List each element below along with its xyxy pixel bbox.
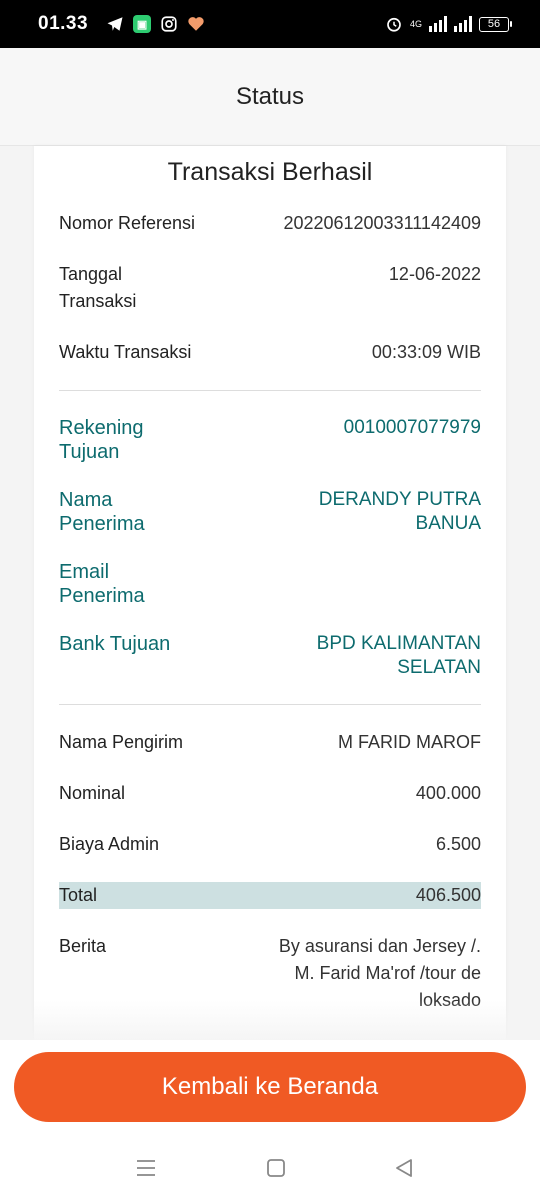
battery-icon: 56 xyxy=(479,16,512,32)
recipient-name-label: Nama Penerima xyxy=(59,489,145,535)
page-header: Status xyxy=(0,48,540,146)
alarm-icon xyxy=(387,17,401,32)
sender-name-label: Nama Pengirim xyxy=(59,732,184,752)
destination-bank-label: Bank Tujuan xyxy=(59,633,171,655)
signal-icon-2 xyxy=(454,16,472,32)
recipient-email-row: Email Penerima xyxy=(59,560,481,608)
chat-app-icon: ▣ xyxy=(133,15,152,33)
bottom-bar: Kembali ke Beranda xyxy=(0,1040,540,1200)
admin-fee-value: 6.500 xyxy=(435,834,481,854)
health-heart-icon xyxy=(188,17,204,31)
home-square-icon[interactable] xyxy=(264,1156,288,1180)
instagram-icon xyxy=(161,16,177,32)
destination-bank-value: BPD KALIMANTAN SELATAN xyxy=(316,633,481,678)
time-row: Waktu Transaksi 00:33:09 WIB xyxy=(59,339,481,366)
time-value: 00:33:09 WIB xyxy=(371,342,481,362)
total-row: Total 406.500 xyxy=(59,882,481,909)
reference-label: Nomor Referensi xyxy=(59,213,196,233)
receipt-card: Transaksi Berhasil Nomor Referensi 20220… xyxy=(34,146,506,1040)
destination-account-row: Rekening Tujuan 0010007077979 xyxy=(59,416,481,464)
divider xyxy=(59,390,481,391)
nominal-label: Nominal xyxy=(59,783,126,803)
network-type: 4G xyxy=(409,18,422,29)
recipient-name-value: DERANDY PUTRA BANUA xyxy=(318,489,481,534)
admin-fee-label: Biaya Admin xyxy=(59,834,160,854)
menu-icon[interactable] xyxy=(134,1156,158,1180)
admin-fee-row: Biaya Admin 6.500 xyxy=(59,831,481,858)
sender-name-value: M FARID MAROF xyxy=(338,732,481,752)
date-row: Tanggal Transaksi 12-06-2022 xyxy=(59,261,481,315)
system-nav-bar xyxy=(0,1148,540,1188)
receipt-title: Transaksi Berhasil xyxy=(167,158,373,186)
signal-icon xyxy=(429,16,447,32)
back-to-home-button[interactable]: Kembali ke Beranda xyxy=(14,1052,526,1122)
status-bar: 01.33 ▣ 4G 56 xyxy=(0,0,540,48)
status-time: 01.33 xyxy=(38,13,89,34)
page-title: Status xyxy=(235,82,305,110)
total-value: 406.500 xyxy=(415,885,481,905)
total-label: Total xyxy=(59,885,98,905)
nominal-row: Nominal 400.000 xyxy=(59,780,481,807)
battery-level: 56 xyxy=(479,16,509,32)
destination-bank-row: Bank Tujuan BPD KALIMANTAN SELATAN xyxy=(59,632,481,680)
sender-name-row: Nama Pengirim M FARID MAROF xyxy=(59,729,481,756)
telegram-icon xyxy=(107,17,123,31)
back-triangle-icon[interactable] xyxy=(392,1156,416,1180)
reference-row: Nomor Referensi 20220612003311142409 xyxy=(59,210,481,237)
recipient-name-row: Nama Penerima DERANDY PUTRA BANUA xyxy=(59,488,481,536)
nominal-value: 400.000 xyxy=(415,783,481,803)
destination-account-label: Rekening Tujuan xyxy=(59,417,144,463)
time-label: Waktu Transaksi xyxy=(59,342,192,362)
notification-icons: ▣ xyxy=(106,15,205,33)
destination-account-value: 0010007077979 xyxy=(343,417,481,438)
divider xyxy=(59,704,481,705)
scroll-fade xyxy=(0,1000,540,1040)
reference-value: 20220612003311142409 xyxy=(283,213,481,233)
date-value: 12-06-2022 xyxy=(388,264,481,284)
date-label: Tanggal Transaksi xyxy=(59,264,137,311)
recipient-email-label: Email Penerima xyxy=(59,561,145,607)
